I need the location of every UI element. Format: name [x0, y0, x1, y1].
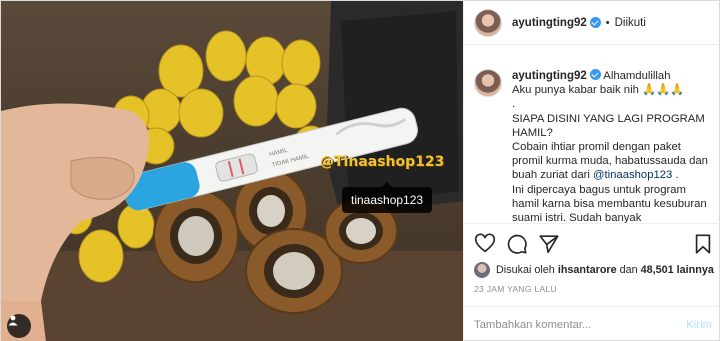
caption-line: SIAPA DISINI YANG LAGI PROGRAM HAMIL?: [512, 112, 705, 139]
person-icon: [8, 315, 18, 326]
likes-summary: Disukai oleh ihsantarore dan 48,501 lain…: [474, 262, 714, 278]
tagged-users-button[interactable]: [7, 314, 31, 338]
heart-icon[interactable]: [474, 233, 496, 255]
post-timestamp[interactable]: 23 JAM YANG LALU: [474, 284, 557, 294]
post-comment-button[interactable]: Kirim: [686, 319, 712, 331]
avatar[interactable]: [474, 8, 502, 37]
caption-line: Aku punya kabar baik nih 🙏🙏🙏: [512, 84, 685, 97]
comment-input[interactable]: Tambahkan komentar...: [474, 319, 686, 331]
likes-count[interactable]: 48,501 lainnya: [641, 264, 714, 276]
caption-avatar[interactable]: [474, 69, 502, 97]
action-bar: [474, 233, 714, 257]
likes-middle: dan: [619, 264, 638, 276]
instagram-post: HAMIL TIDAK HAMIL @Tinaashop123 tinaasho…: [0, 0, 720, 341]
comment-bar: Tambahkan komentar... Kirim: [464, 306, 720, 341]
comment-icon[interactable]: [506, 233, 528, 255]
divider: [464, 223, 720, 224]
caption-line: .: [512, 98, 516, 111]
follow-status-button[interactable]: Diikuti: [615, 17, 646, 29]
caption-body: ayutingting92 Alhamdulillah Aku punya ka…: [512, 69, 712, 223]
post-header: ayutingting92 • Diikuti: [464, 1, 720, 45]
verified-badge-icon: [589, 69, 601, 80]
mention-link[interactable]: @tinaashop123: [593, 169, 672, 181]
photo-watermark: @Tinaashop123: [320, 154, 445, 170]
liker-avatar[interactable]: [474, 262, 490, 278]
header-username[interactable]: ayutingting92: [512, 17, 587, 29]
caption-punct: .: [672, 169, 679, 182]
separator: •: [605, 16, 610, 29]
caption-first-line: Alhamdulillah: [603, 70, 671, 82]
bookmark-icon[interactable]: [692, 233, 714, 255]
verified-badge-icon: [589, 17, 601, 28]
caption-line: Ini dipercaya bagus untuk program hamil …: [512, 183, 707, 223]
post-sidebar: ayutingting92 • Diikuti ayutingting92 Al…: [463, 1, 720, 341]
user-tag[interactable]: tinaashop123: [342, 182, 433, 213]
caption-username[interactable]: ayutingting92: [512, 70, 587, 82]
liker-username[interactable]: ihsantarore: [558, 264, 617, 276]
post-photo[interactable]: HAMIL TIDAK HAMIL @Tinaashop123 tinaasho…: [1, 1, 463, 341]
caption: ayutingting92 Alhamdulillah Aku punya ka…: [464, 59, 720, 223]
likes-prefix: Disukai oleh: [496, 264, 555, 276]
share-icon[interactable]: [538, 233, 560, 255]
photo-illustration: HAMIL TIDAK HAMIL: [1, 1, 463, 341]
